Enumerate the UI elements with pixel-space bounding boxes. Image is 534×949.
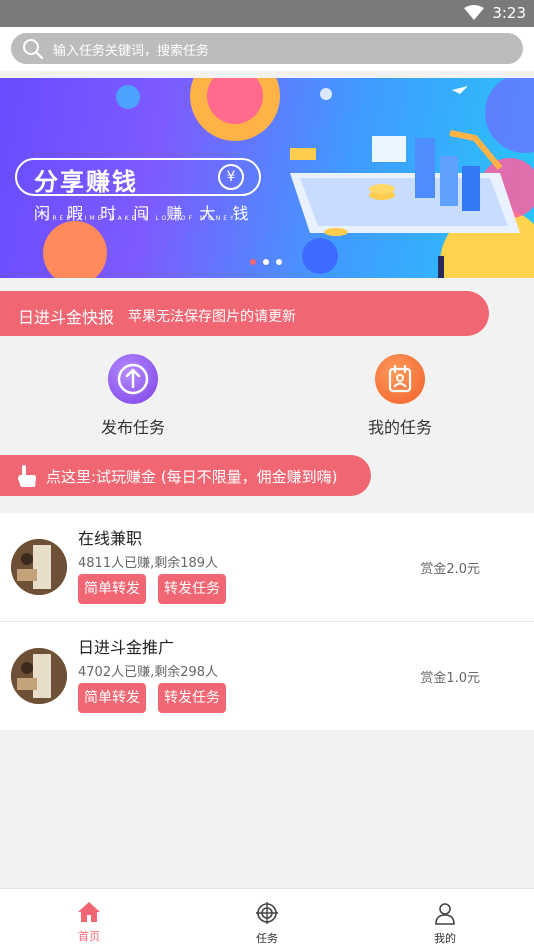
promo-banner[interactable]: 分享赚钱 ¥ 闲 暇 时 间 赚 大 钱 FREE TIME MAKE A LO… [0, 78, 534, 278]
carousel-dot[interactable] [263, 259, 269, 265]
search-area: 输入任务关键词，搜索任务 [0, 27, 534, 71]
status-time: 3:23 [492, 4, 526, 22]
share-task-button[interactable]: 转发任务 [158, 574, 226, 604]
publish-task-label: 发布任务 [100, 418, 165, 437]
news-text: 苹果无法保存图片的请更新 [128, 309, 296, 325]
simple-share-button[interactable]: 简单转发 [78, 574, 146, 604]
user-icon [435, 903, 455, 925]
task-avatar [11, 648, 67, 704]
tab-tasks[interactable]: 任务 [227, 889, 307, 949]
simple-share-button[interactable]: 简单转发 [78, 683, 146, 713]
status-bar: 3:23 [0, 0, 534, 27]
task-reward: 赏金1.0元 [420, 671, 480, 686]
task-title: 日进斗金推广 [78, 638, 175, 657]
tab-home-label: 首页 [78, 930, 100, 943]
task-item[interactable]: 在线兼职 4811人已赚,剩余189人 简单转发 转发任务 赏金2.0元 [0, 513, 534, 620]
search-placeholder: 输入任务关键词，搜索任务 [53, 44, 210, 59]
task-reward: 赏金2.0元 [420, 562, 480, 577]
banner-title: 分享赚钱 [34, 168, 138, 196]
banner-coin-icon: ¥ [218, 164, 244, 190]
my-tasks-label: 我的任务 [367, 418, 432, 437]
task-item[interactable]: 日进斗金推广 4702人已赚,剩余298人 简单转发 转发任务 赏金1.0元 [0, 622, 534, 729]
task-title: 在线兼职 [78, 529, 143, 548]
banner-tagline: FREE TIME MAKE A LOT OF MONEY [46, 215, 237, 222]
tab-mine-label: 我的 [434, 932, 456, 945]
home-icon [78, 902, 100, 922]
carousel-dot[interactable] [250, 259, 256, 265]
target-icon [256, 902, 278, 924]
publish-task-button[interactable]: 发布任务 [58, 354, 208, 437]
my-tasks-button[interactable]: 我的任务 [325, 354, 475, 437]
share-task-button[interactable]: 转发任务 [158, 683, 226, 713]
task-avatar [11, 539, 67, 595]
upload-icon [108, 354, 158, 404]
hand-pointer-icon [18, 465, 36, 487]
task-meta: 4811人已赚,剩余189人 [78, 556, 219, 571]
news-ticker[interactable]: 日进斗金快报 苹果无法保存图片的请更新 [0, 291, 489, 336]
tab-tasks-label: 任务 [256, 932, 278, 945]
task-list: 在线兼职 4811人已赚,剩余189人 简单转发 转发任务 赏金2.0元 日进斗… [0, 513, 534, 730]
carousel-dot[interactable] [276, 259, 282, 265]
task-meta: 4702人已赚,剩余298人 [78, 665, 219, 680]
bottom-tab-bar: 首页 任务 我的 [0, 888, 534, 949]
wifi-icon [464, 5, 484, 20]
search-icon [23, 39, 44, 60]
task-card-icon [375, 354, 425, 404]
try-play-banner[interactable]: 点这里:试玩赚金 (每日不限量，佣金赚到嗨) [0, 455, 371, 496]
news-label: 日进斗金快报 [18, 308, 115, 327]
tab-mine[interactable]: 我的 [405, 889, 485, 949]
carousel-dots [250, 259, 290, 267]
search-input[interactable]: 输入任务关键词，搜索任务 [11, 33, 523, 64]
try-play-text: 点这里:试玩赚金 (每日不限量，佣金赚到嗨) [46, 468, 338, 486]
tab-home[interactable]: 首页 [49, 889, 129, 949]
